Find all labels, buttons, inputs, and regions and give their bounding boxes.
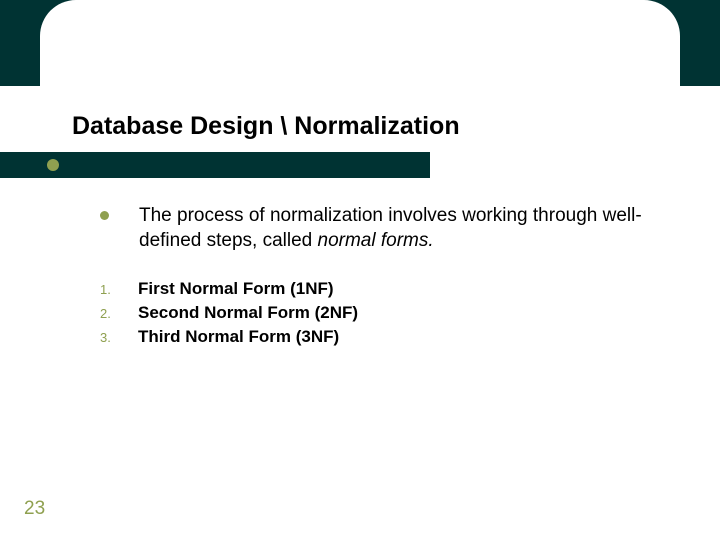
list-marker: 2. <box>100 306 138 321</box>
numbered-list: 1. First Normal Form (1NF) 2. Second Nor… <box>100 279 680 347</box>
slide-title: Database Design \ Normalization <box>72 112 460 141</box>
list-marker: 3. <box>100 330 138 345</box>
page-number: 23 <box>24 498 45 520</box>
list-item: 1. First Normal Form (1NF) <box>100 279 680 299</box>
lead-text-italic: normal forms. <box>318 230 434 251</box>
list-item-text: Third Normal Form (3NF) <box>138 327 339 347</box>
list-item-text: First Normal Form (1NF) <box>138 279 334 299</box>
slide-body: The process of normalization involves wo… <box>100 204 680 351</box>
list-item-text: Second Normal Form (2NF) <box>138 303 358 323</box>
title-underline-bar <box>0 152 430 178</box>
list-item: 3. Third Normal Form (3NF) <box>100 327 680 347</box>
lead-bullet-text: The process of normalization involves wo… <box>139 204 680 253</box>
title-underline-dot-icon <box>47 159 59 171</box>
list-item: 2. Second Normal Form (2NF) <box>100 303 680 323</box>
list-marker: 1. <box>100 282 138 297</box>
bullet-icon <box>100 211 109 220</box>
lead-bullet-row: The process of normalization involves wo… <box>100 204 680 253</box>
